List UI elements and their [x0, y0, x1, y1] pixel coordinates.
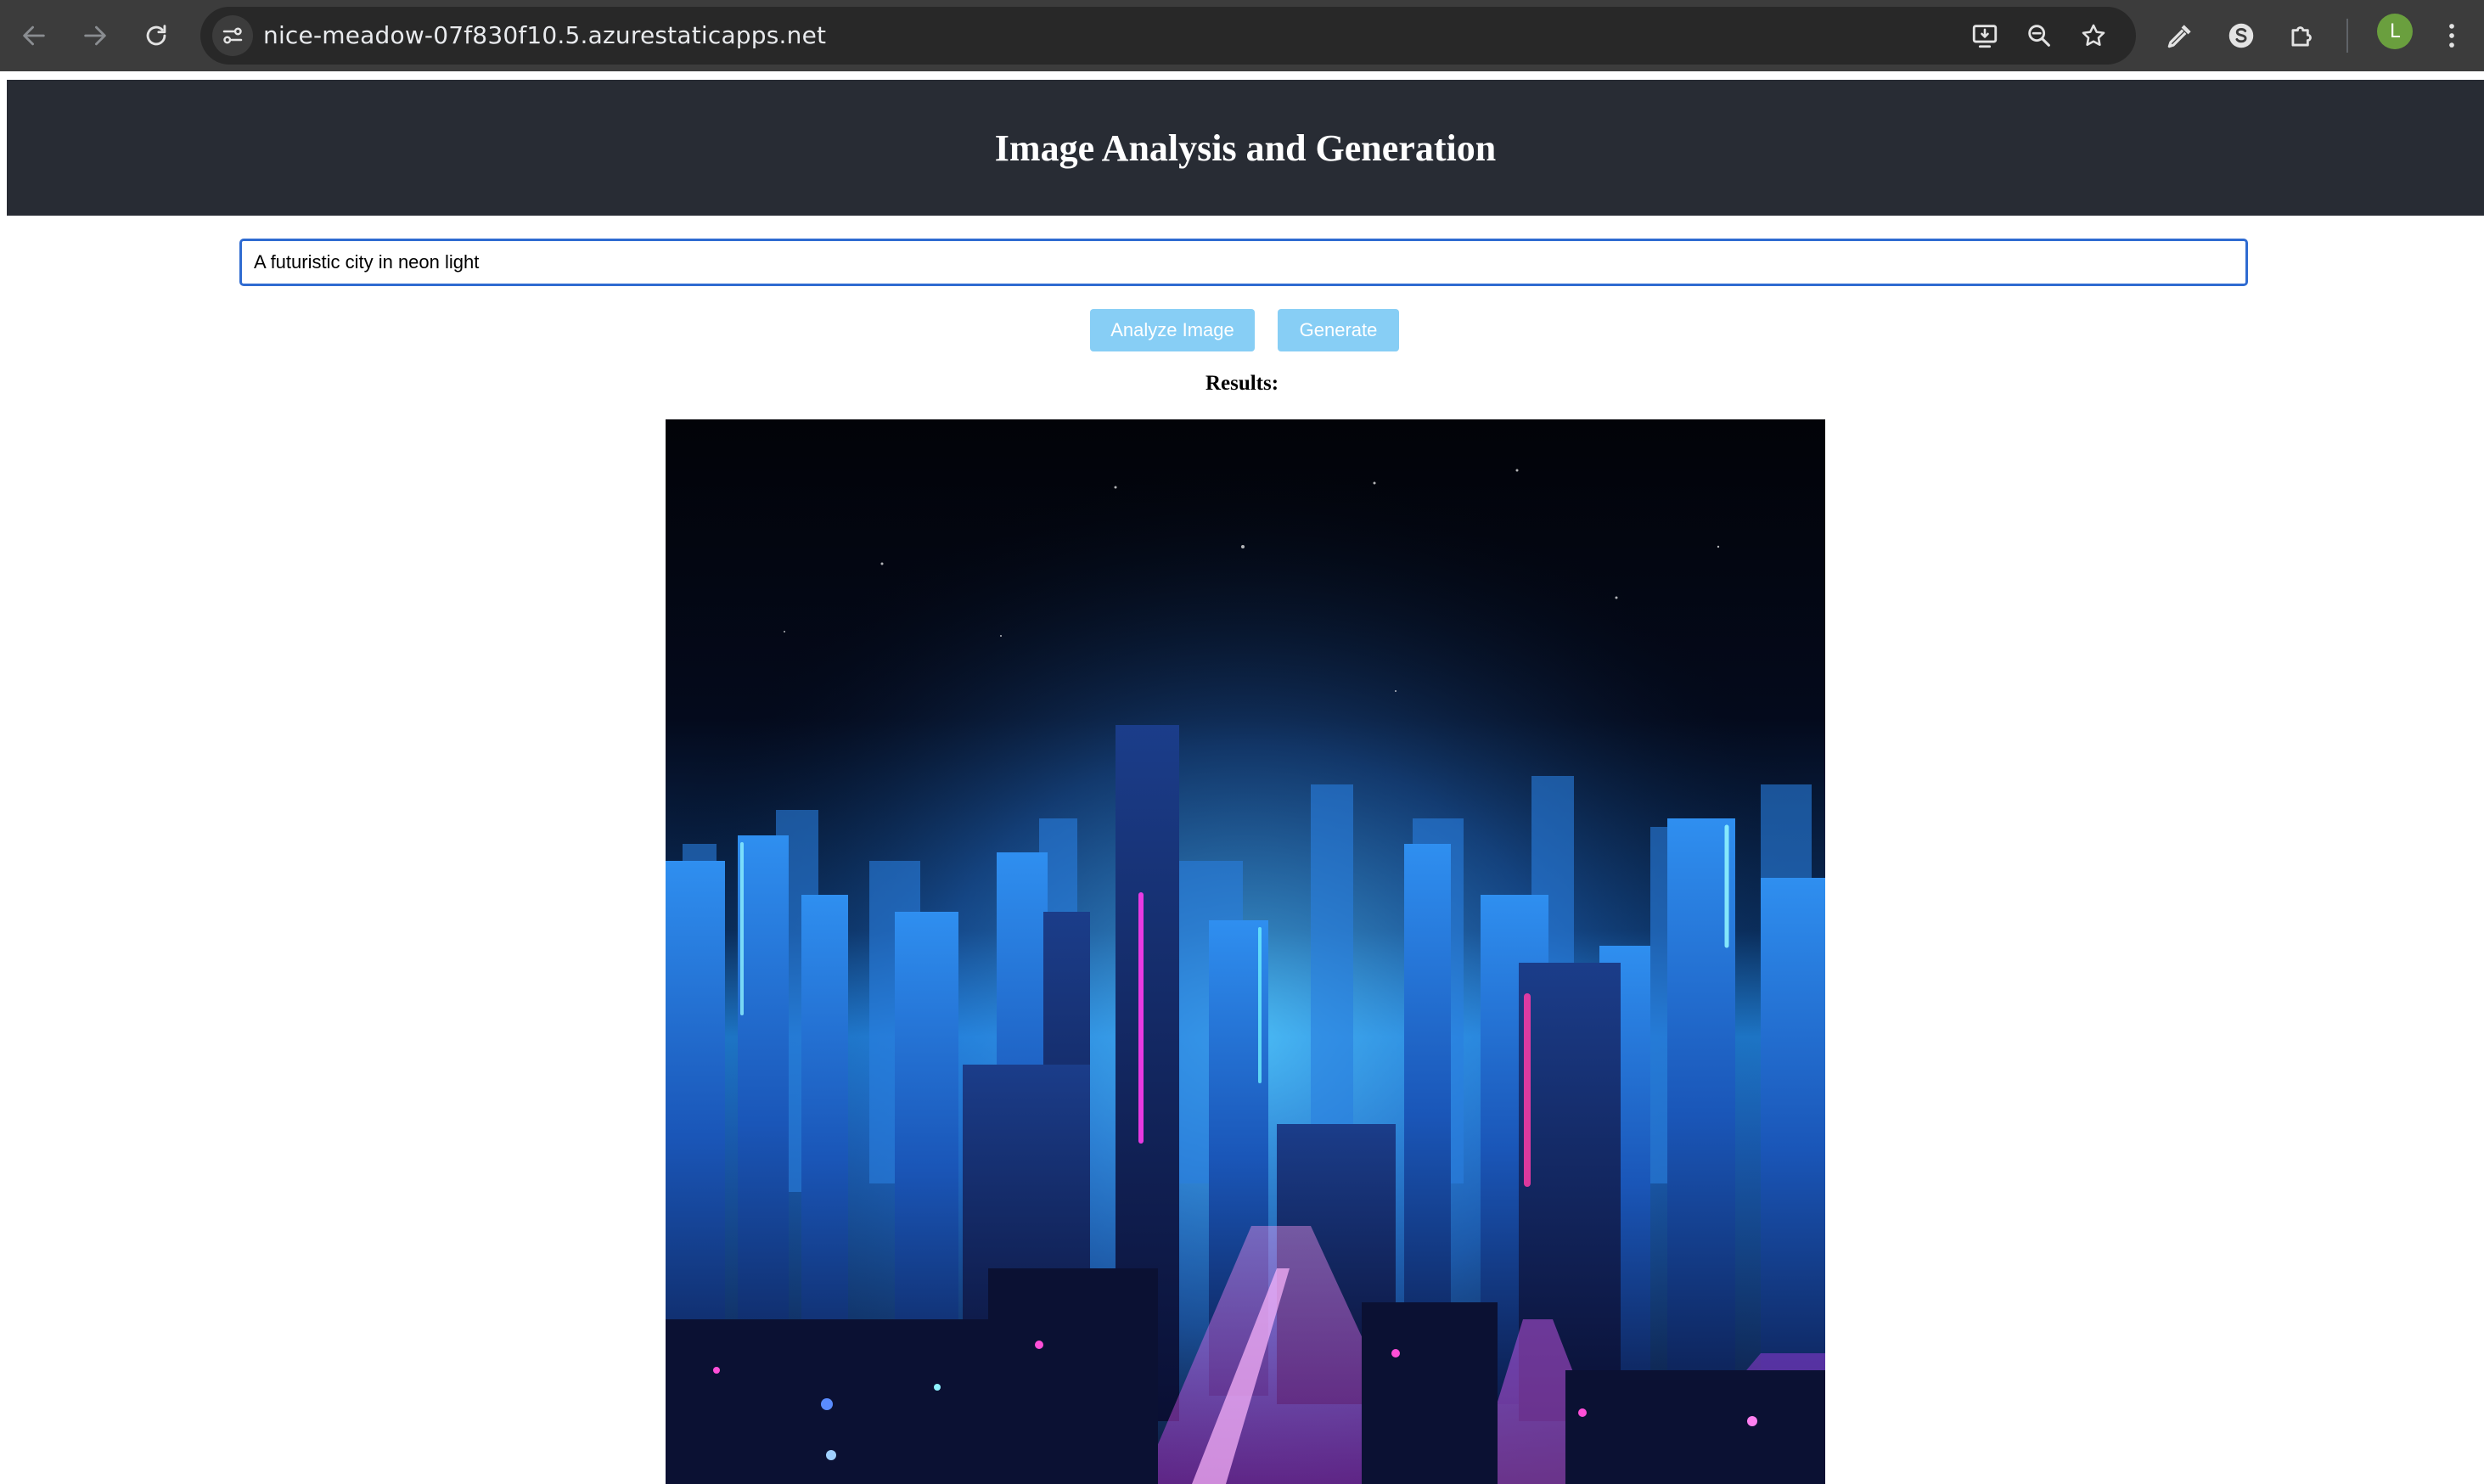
results-label: Results:	[1205, 372, 1279, 395]
reload-icon	[146, 25, 166, 46]
install-app-icon	[1972, 25, 1998, 48]
forward-arrow-icon	[84, 25, 106, 46]
puzzle-extensions-icon	[2291, 26, 2312, 47]
eyedropper-icon	[2167, 25, 2191, 48]
browser-toolbar: nice-meadow-07f830f10.5.azurestaticapps.…	[0, 0, 2484, 71]
back-arrow-icon	[23, 25, 45, 46]
url-text[interactable]: nice-meadow-07f830f10.5.azurestaticapps.…	[263, 7, 826, 65]
eyedropper-button[interactable]	[2158, 14, 2202, 58]
reload-button[interactable]	[136, 15, 177, 56]
address-bar[interactable]: nice-meadow-07f830f10.5.azurestaticapps.…	[200, 7, 2136, 65]
generate-button[interactable]: Generate	[1278, 309, 1399, 351]
generated-neon-city-image	[666, 419, 1825, 1484]
s-extension-icon	[2228, 23, 2254, 48]
prompt-input[interactable]	[239, 239, 2248, 286]
profile-avatar[interactable]: L	[2377, 14, 2413, 49]
page-title: Image Analysis and Generation	[994, 126, 1497, 169]
page-header: Image Analysis and Generation	[7, 80, 2484, 216]
analyze-image-button[interactable]: Analyze Image	[1090, 309, 1255, 351]
zoom-icon	[2028, 25, 2050, 47]
forward-button[interactable]	[75, 15, 115, 56]
zoom-button[interactable]	[2022, 19, 2056, 53]
more-vert-icon	[2449, 24, 2454, 48]
toolbar-separator	[2346, 19, 2348, 53]
bookmark-button[interactable]	[2077, 19, 2110, 53]
bookmark-star-icon	[2082, 24, 2105, 47]
browser-content-top-strip	[0, 71, 2484, 80]
s-extension-button[interactable]	[2219, 14, 2263, 58]
browser-menu-button[interactable]	[2430, 14, 2474, 58]
neon-city-picture	[666, 419, 1825, 1484]
install-app-button[interactable]	[1968, 19, 2002, 53]
site-info-button[interactable]	[212, 15, 253, 56]
extensions-button[interactable]	[2280, 14, 2324, 58]
back-button[interactable]	[14, 15, 54, 56]
site-info-icon	[222, 27, 243, 44]
